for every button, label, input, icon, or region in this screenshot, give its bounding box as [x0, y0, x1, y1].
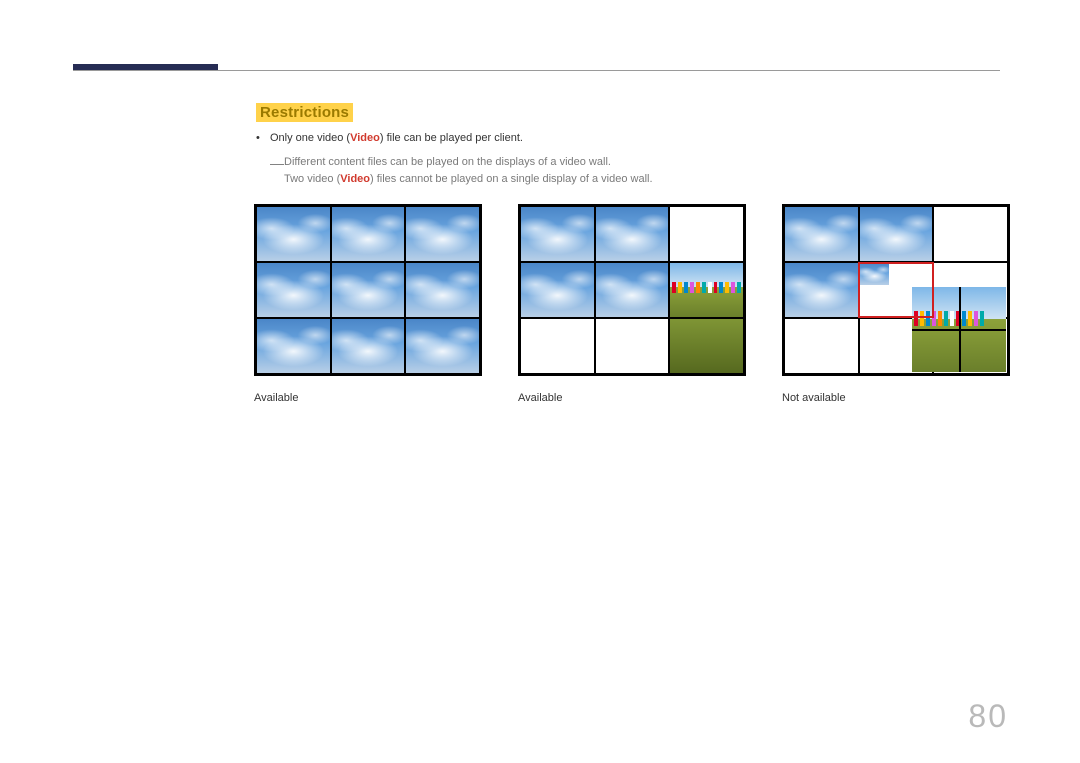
text: ) file can be played per client. [380, 132, 523, 144]
cell [520, 318, 595, 374]
section-title: Restrictions [256, 103, 353, 122]
text: ) files cannot be played on a single dis… [370, 173, 653, 185]
page-number: 80 [968, 698, 1008, 735]
video-wall-grid [518, 204, 746, 376]
video-keyword: Video [350, 132, 380, 144]
cell [256, 206, 331, 262]
cell [256, 318, 331, 374]
video-keyword: Video [340, 173, 370, 185]
cell [595, 318, 670, 374]
figures-row: Available Available [254, 204, 1014, 404]
figure-caption: Not available [782, 392, 1010, 404]
cell [933, 206, 1008, 262]
content-bullets: Only one video (Video) file can be playe… [256, 130, 653, 189]
video-wall-grid [254, 204, 482, 376]
cell [595, 262, 670, 318]
figure-caption: Available [254, 392, 482, 404]
sub-bullet-2: Two video (Video) files cannot be played… [256, 171, 653, 189]
cell [784, 206, 859, 262]
cell [784, 318, 859, 374]
header-rule [73, 70, 1000, 71]
figure-2: Available [518, 204, 746, 404]
cell [669, 206, 744, 262]
cell [669, 262, 744, 318]
figure-1: Available [254, 204, 482, 404]
cell [520, 262, 595, 318]
cell [331, 206, 406, 262]
cell [405, 206, 480, 262]
bullet-1: Only one video (Video) file can be playe… [256, 130, 653, 148]
cell [859, 206, 934, 262]
sub-bullet-1: ― Different content files can be played … [256, 154, 653, 172]
figure-3: Not available [782, 204, 1010, 404]
text: Only one video ( [270, 132, 350, 144]
text: Two video ( [284, 173, 340, 185]
overlay-video-2 [912, 287, 1006, 373]
cell [331, 318, 406, 374]
cell [331, 262, 406, 318]
video-wall-grid [782, 204, 1010, 376]
cell [595, 206, 670, 262]
cell [405, 262, 480, 318]
cell [669, 318, 744, 374]
cell [256, 262, 331, 318]
cell [784, 262, 859, 318]
dash-icon: ― [270, 152, 284, 174]
page: Restrictions Only one video (Video) file… [0, 0, 1080, 763]
cell [520, 206, 595, 262]
figure-caption: Available [518, 392, 746, 404]
cell [405, 318, 480, 374]
text: Different content files can be played on… [284, 156, 611, 168]
